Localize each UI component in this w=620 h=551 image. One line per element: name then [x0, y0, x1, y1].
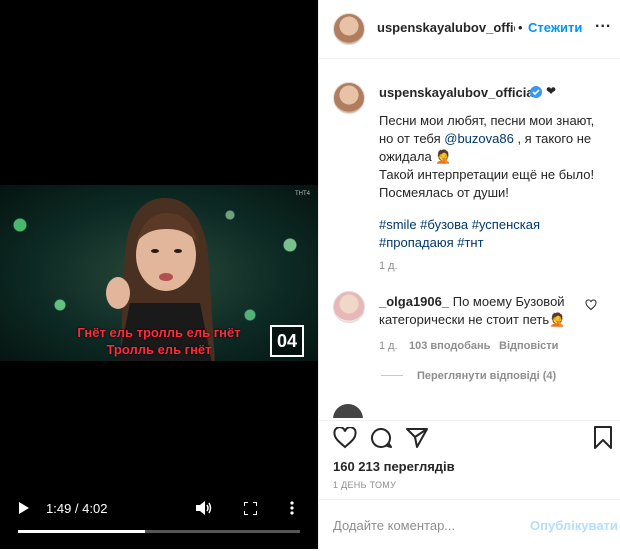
partial-comment-avatar — [333, 404, 363, 418]
comment-icon[interactable] — [369, 427, 393, 449]
time-display: 1:49 / 4:02 — [46, 501, 108, 516]
posted-ago[interactable]: 1 ДЕНЬ ТОМУ — [333, 480, 396, 490]
comment-avatar[interactable] — [333, 291, 365, 323]
episode-badge: 04 — [270, 325, 304, 357]
caption-line: ожидала 🤦 — [379, 149, 452, 164]
post-time[interactable]: 1 д. — [379, 260, 398, 272]
add-comment-bar: Додайте коментар... Опублікувати — [319, 499, 620, 551]
header-username[interactable]: uspenskayalubov_officia — [377, 20, 515, 35]
post-caption: Песни мои любят, песни мои знают, но от … — [379, 112, 611, 252]
volume-icon[interactable] — [196, 501, 212, 515]
share-icon[interactable] — [405, 427, 429, 449]
avatar[interactable] — [333, 13, 365, 45]
comment-time[interactable]: 1 д. — [379, 340, 398, 352]
comment-input[interactable]: Додайте коментар... — [333, 518, 455, 533]
publish-button[interactable]: Опублікувати — [530, 518, 618, 533]
video-player[interactable]: ТНТ4 Гнёт ель тролль ель гнёт Тролль ель… — [0, 0, 318, 549]
mention-link[interactable]: @buzova86 — [444, 131, 514, 146]
post-actions: 160 213 переглядів 1 ДЕНЬ ТОМУ Додайте к… — [319, 420, 620, 550]
comment-like-icon[interactable] — [585, 299, 597, 311]
fullscreen-icon[interactable] — [244, 502, 257, 515]
progress-bar[interactable] — [18, 530, 300, 533]
hashtags-line-2[interactable]: #пропадаюя #тнт — [379, 234, 611, 252]
comment-likes[interactable]: 103 вподобань — [409, 340, 490, 352]
comment-text: _olga1906_ По моему Бузовой категорическ… — [379, 293, 584, 329]
comment-username[interactable]: _olga1906_ — [379, 294, 449, 309]
post-header: uspenskayalubov_officia • Стежити ... — [319, 0, 620, 59]
post-panel: uspenskayalubov_officia • Стежити ... us… — [318, 0, 620, 549]
caption-line: Песни мои любят, песни мои знают, — [379, 113, 595, 128]
heart-emoji: ❤ — [546, 84, 557, 98]
play-icon[interactable] — [18, 502, 30, 514]
caption-username[interactable]: uspenskayalubov_official — [379, 85, 537, 100]
more-icon[interactable] — [290, 501, 294, 515]
heart-icon[interactable] — [333, 427, 357, 449]
caption-line-mention: но от тебя @buzova86 , я такого не — [379, 131, 592, 146]
progress-fill — [18, 530, 145, 533]
verified-badge-icon — [530, 86, 542, 98]
views-count[interactable]: 160 213 переглядів — [333, 459, 455, 474]
caption-line: Посмеялась от души! — [379, 185, 509, 200]
hashtags-line-1[interactable]: #smile #бузова #успенская — [379, 216, 611, 234]
watermark: ТНТ4 — [295, 191, 310, 197]
more-options-button[interactable]: ... — [595, 14, 611, 32]
replies-line — [381, 375, 403, 376]
reply-button[interactable]: Відповісти — [499, 340, 558, 352]
header-separator: • — [518, 20, 523, 35]
caption-line: Такой интерпретации ещё не было! — [379, 167, 595, 182]
view-replies-button[interactable]: Переглянути відповіді (4) — [417, 370, 556, 382]
bookmark-icon[interactable] — [593, 426, 613, 449]
caption-avatar[interactable] — [333, 82, 365, 114]
follow-button[interactable]: Стежити — [528, 20, 582, 35]
